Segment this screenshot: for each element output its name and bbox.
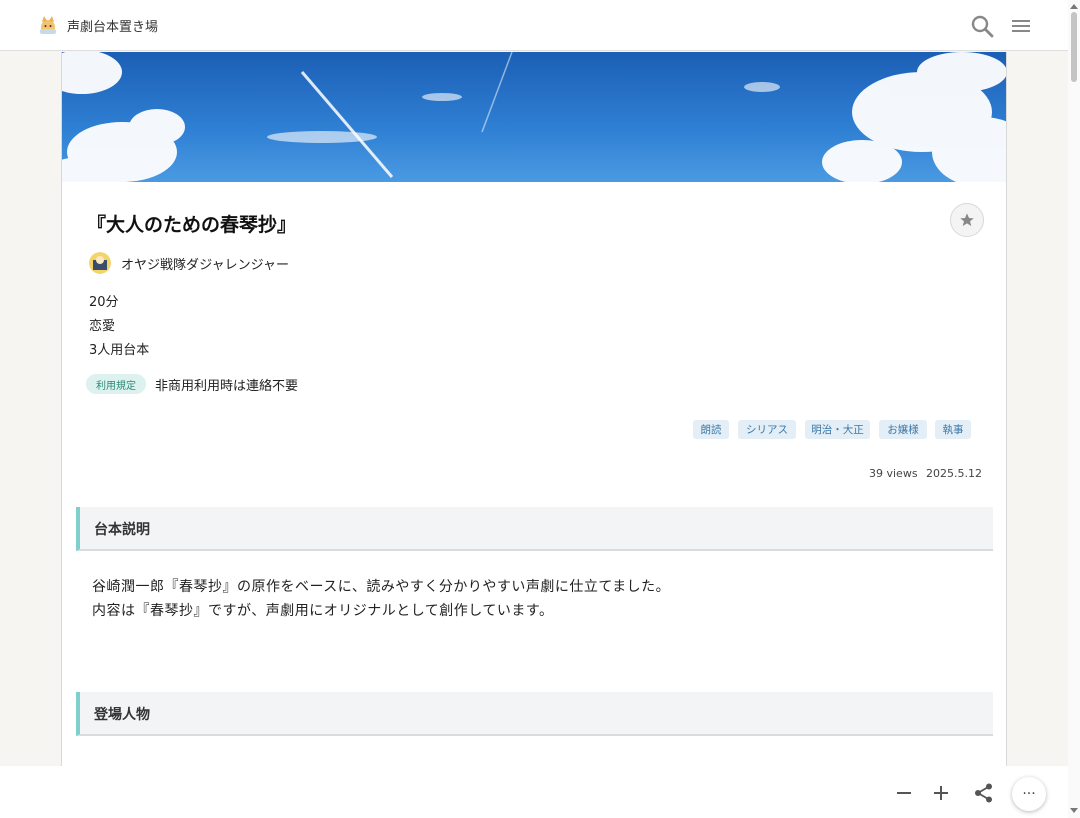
section-title: 台本説明: [94, 522, 150, 538]
star-icon: [960, 213, 974, 226]
script-card: 『大人のための春琴抄』 オヤジ戦隊ダジャレンジャー 20分 恋愛 3人用台本 利…: [61, 52, 1007, 792]
site-header: 声劇台本置き場: [0, 0, 1068, 51]
usage-rule-badge: 利用規定: [86, 374, 146, 394]
author-name[interactable]: オヤジ戦隊ダジャレンジャー: [121, 254, 289, 273]
author-avatar[interactable]: [89, 252, 111, 274]
cast-count-text: 3人用台本: [89, 343, 150, 358]
tag-item[interactable]: お嬢様: [879, 420, 927, 439]
site-title[interactable]: 声劇台本置き場: [67, 16, 158, 35]
genre-text: 恋愛: [89, 319, 116, 334]
description-line: 谷崎潤一郎『春琴抄』の原作をベースに、読みやすく分かりやすい声劇に仕立てました。: [92, 579, 671, 595]
sky-banner-image: [62, 52, 1006, 182]
tag-item[interactable]: 朗読: [693, 420, 729, 439]
hamburger-menu-icon[interactable]: [1008, 13, 1034, 39]
scroll-up-arrow-icon[interactable]: [1070, 4, 1078, 9]
tag-item[interactable]: 明治・大正: [805, 420, 870, 439]
share-icon[interactable]: [973, 782, 995, 804]
description-line: 内容は『春琴抄』ですが、声劇用にオリジナルとして創作しています。: [92, 603, 554, 619]
scroll-thumb[interactable]: [1071, 12, 1077, 82]
bottom-toolbar: ···: [0, 766, 1068, 818]
post-date: 2025.5.12: [926, 467, 982, 480]
tag-item[interactable]: 執事: [935, 420, 971, 439]
section-header-description: 台本説明: [76, 507, 993, 551]
zoom-out-icon[interactable]: [893, 782, 915, 804]
site-logo-icon[interactable]: [37, 14, 59, 36]
view-count: 39 views: [869, 467, 918, 480]
zoom-in-icon[interactable]: [930, 782, 952, 804]
section-header-characters: 登場人物: [76, 692, 993, 736]
favorite-button[interactable]: [950, 203, 984, 237]
tag-item[interactable]: シリアス: [738, 420, 796, 439]
search-icon[interactable]: [969, 13, 995, 39]
scroll-down-arrow-icon[interactable]: [1070, 808, 1078, 813]
duration-text: 20分: [89, 295, 119, 310]
vertical-scrollbar[interactable]: [1068, 0, 1080, 818]
usage-rule-text: 非商用利用時は連絡不要: [155, 379, 299, 394]
author-row[interactable]: オヤジ戦隊ダジャレンジャー: [89, 252, 289, 274]
script-title: 『大人のための春琴抄』: [87, 214, 297, 236]
more-options-button[interactable]: ···: [1012, 777, 1046, 811]
section-title: 登場人物: [94, 707, 150, 723]
